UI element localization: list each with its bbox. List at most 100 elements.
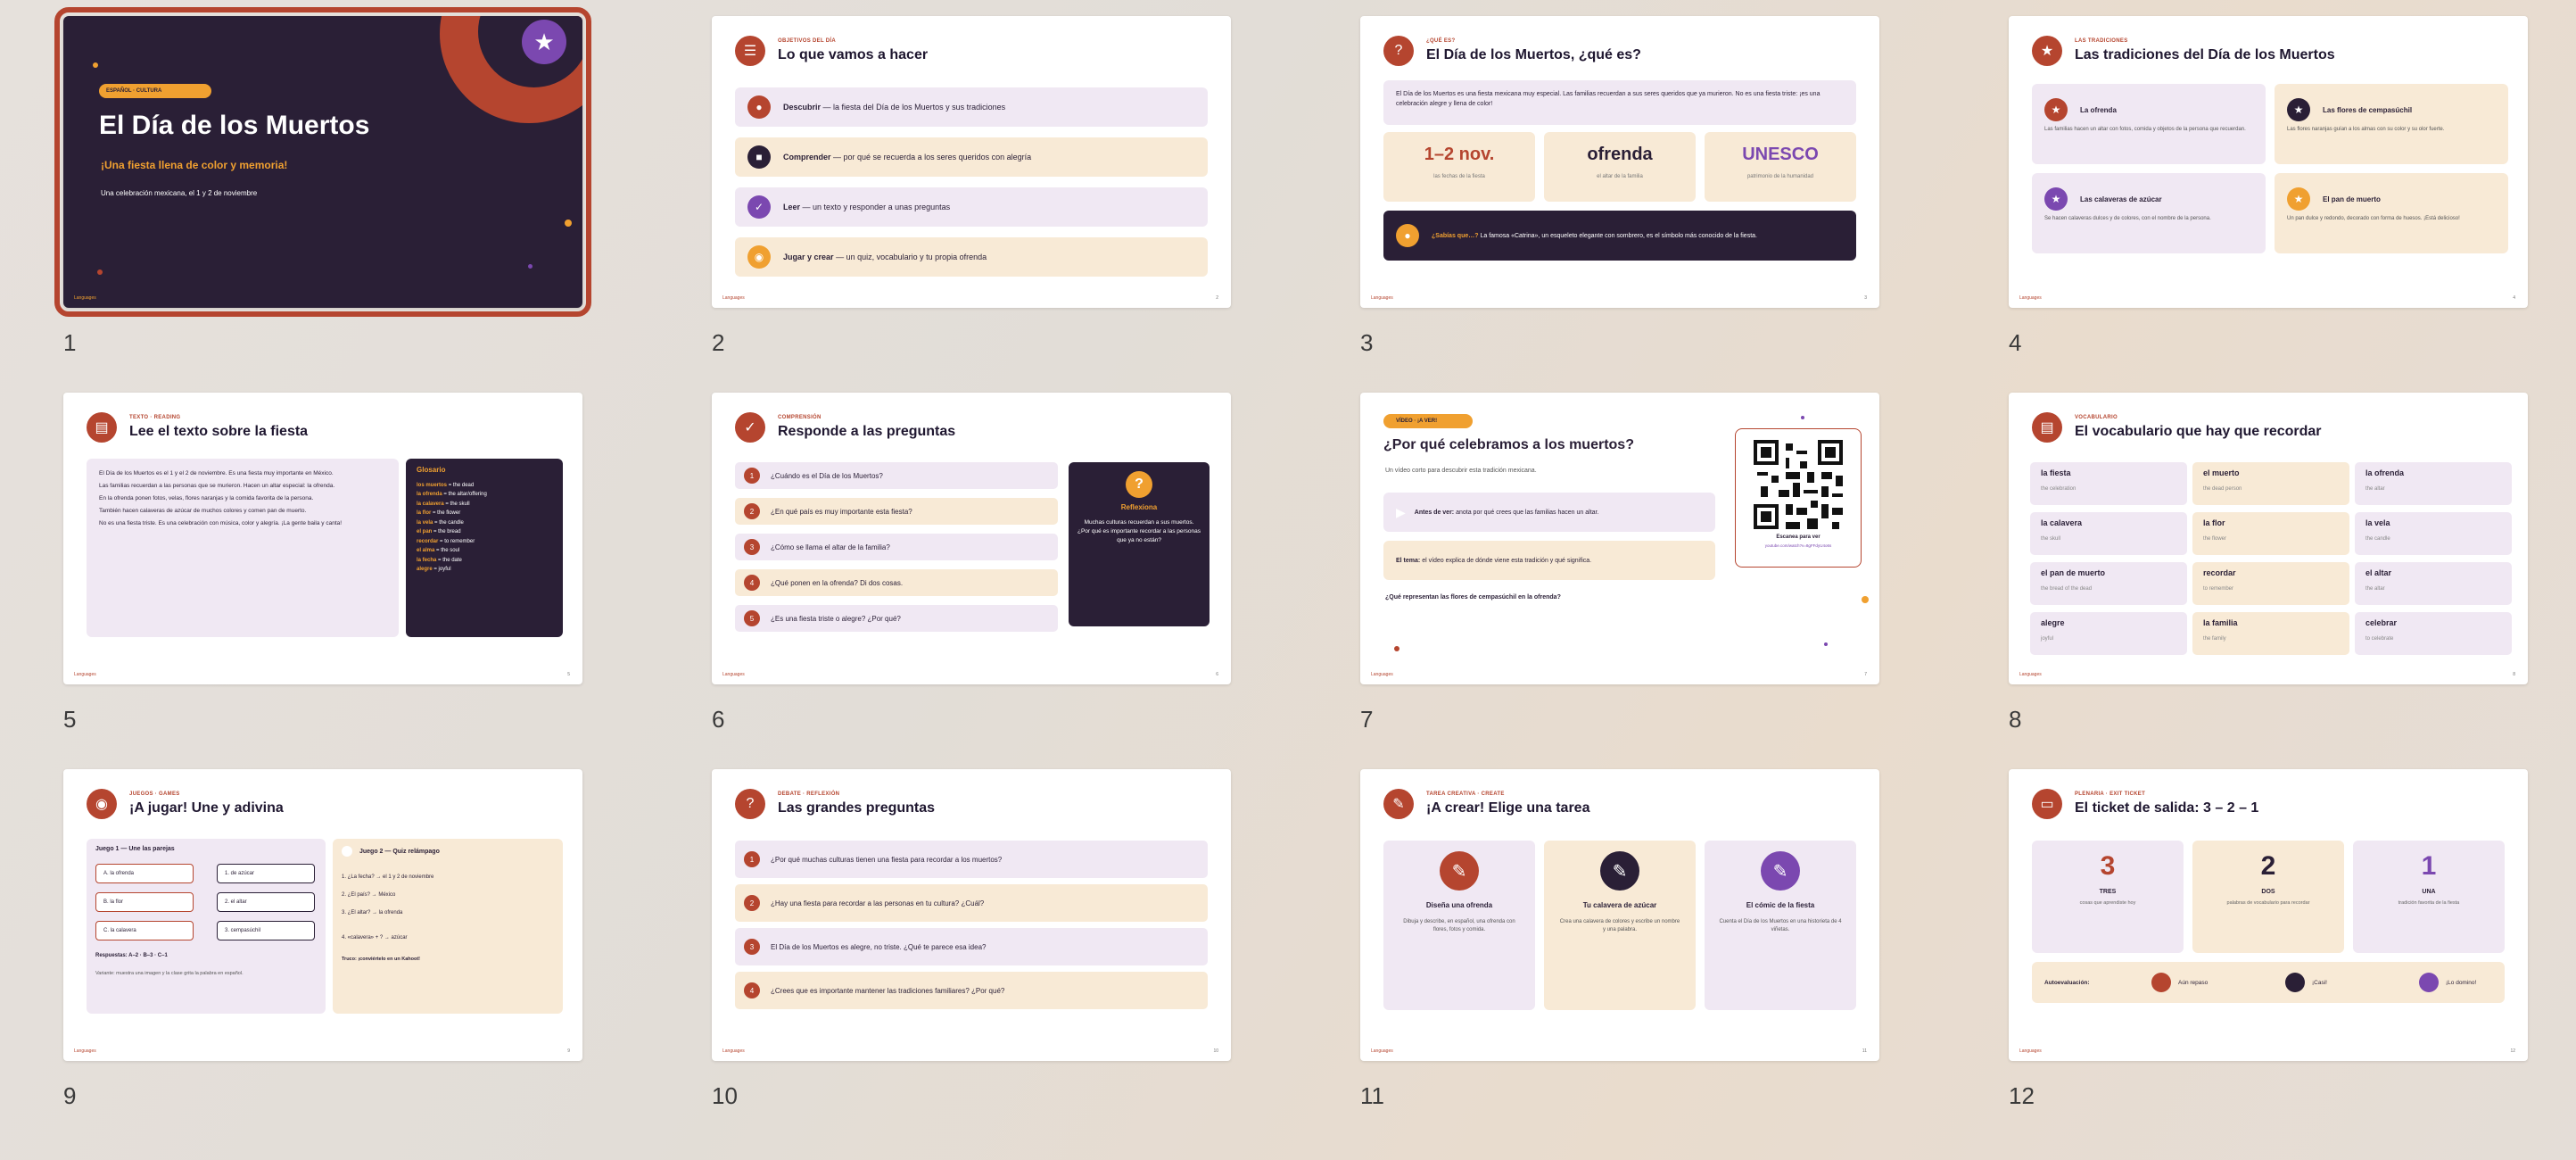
kicker: LAS TRADICIONES: [2075, 38, 2128, 44]
slide-number: 8: [2009, 706, 2022, 733]
slide-thumb-11[interactable]: ✎ TAREA CREATIVA · CREATE ¡A crear! Elige …: [1360, 769, 1879, 1110]
slide-title: El Día de los Muertos, ¿qué es?: [1426, 47, 1641, 62]
check-icon: ✓: [735, 412, 765, 443]
slide-title: Lo que vamos a hacer: [778, 47, 929, 62]
slide-thumb-5[interactable]: ▤ TEXTO · READING Lee el texto sobre la fi…: [63, 393, 582, 733]
play-icon: ▶: [1396, 504, 1406, 519]
page-number: 4: [2513, 295, 2515, 301]
vocab-card: la vela the candle: [2355, 512, 2512, 555]
reading-text: El Día de los Muertos es el 1 y el 2 de …: [87, 459, 399, 637]
match-right[interactable]: 1. de azúcar: [217, 864, 315, 883]
tradition-card: ★ Las calaveras de azúcar Se hacen calaver…: [2032, 173, 2266, 253]
objective-row: ✓ Leer — un texto y responder a unas preg…: [735, 187, 1208, 227]
slide-number: 4: [2009, 329, 2022, 356]
book-icon: ▤: [2032, 412, 2062, 443]
slide-thumb-10[interactable]: ? DEBATE · REFLEXIÓN Las grandes preguntas…: [712, 769, 1231, 1110]
match-left[interactable]: A. la ofrenda: [95, 864, 194, 883]
ticket-card: 1 UNA tradición favorita de la fiesta: [2353, 841, 2505, 953]
slide-thumb-2[interactable]: ☰ OBJETIVOS DEL DÍA Lo que vamos a hacer ●…: [712, 16, 1231, 357]
level-dot[interactable]: [2151, 973, 2171, 992]
slide-tag: ESPAÑOL · CULTURA: [99, 84, 211, 98]
kicker: OBJETIVOS DEL DÍA: [778, 38, 837, 44]
slide-thumb-12[interactable]: ▭ PLENARIA · EXIT TICKET El ticket de sali…: [2009, 769, 2528, 1110]
slide-title: ¿Por qué celebramos a los muertos?: [1383, 437, 1634, 452]
question-row: 3 ¿Cómo se llama el altar de la familia?: [735, 534, 1058, 560]
page-number: 8: [2513, 672, 2515, 677]
slide-thumb-4[interactable]: ★ LAS TRADICIONES Las tradiciones del Día …: [2009, 16, 2528, 357]
ticket-card: 3 TRES cosas que aprendiste hoy: [2032, 841, 2184, 953]
match-left[interactable]: B. la flor: [95, 892, 194, 912]
brush-icon: ✎: [1440, 851, 1479, 891]
ticket-card: 2 DOS palabras de vocabulario para recorda…: [2192, 841, 2344, 953]
intro-text: El Día de los Muertos es una fiesta mexi…: [1383, 80, 1856, 125]
brand-footer: Languages: [722, 1048, 745, 1054]
decor-dot: [1394, 646, 1399, 651]
before-box: ▶ Antes de ver: anota por qué crees que l…: [1383, 493, 1715, 532]
slide-title: Responde a las preguntas: [778, 424, 956, 439]
tradition-card: ★ El pan de muerto Un pan dulce y redondo,…: [2275, 173, 2508, 253]
slide-number: 11: [1360, 1082, 1384, 1109]
brand-footer: Languages: [74, 672, 96, 677]
brand-footer: Languages: [74, 295, 96, 301]
slide-title: ¡A crear! Elige una tarea: [1426, 800, 1590, 816]
vocab-card: la calavera the skull: [2030, 512, 2187, 555]
slide-title: El ticket de salida: 3 – 2 – 1: [2075, 800, 2259, 816]
stat-card: 1–2 nov. las fechas de la fiesta: [1383, 132, 1535, 202]
slide-thumb-7[interactable]: VÍDEO · ¡A VER! ¿Por qué celebramos a lo…: [1360, 393, 1879, 733]
slide-thumb-8[interactable]: ▤ VOCABULARIO El vocabulario que hay que r…: [2009, 393, 2528, 733]
decor-dot: [565, 220, 572, 227]
decor-dot: [1824, 642, 1828, 646]
level-dot[interactable]: [2419, 973, 2439, 992]
slide-thumb-9[interactable]: ◉ JUEGOS · GAMES ¡A jugar! Une y adivina J…: [63, 769, 582, 1110]
slide-subtitle: Un vídeo corto para descubrir esta tradi…: [1385, 468, 1537, 474]
slide-title: El Día de los Muertos: [99, 111, 370, 140]
objective-row: ◉ Jugar y crear — un quiz, vocabulario y …: [735, 237, 1208, 277]
question-row: 1 ¿Cuándo es el Día de los Muertos?: [735, 462, 1058, 489]
qr-code-icon: [1754, 440, 1843, 529]
page-number: 6: [1216, 672, 1218, 677]
match-left[interactable]: C. la calavera: [95, 921, 194, 940]
slide-title: El vocabulario que hay que recordar: [2075, 424, 2322, 439]
gamepad-icon: ◉: [747, 245, 771, 269]
task-card: ✎ Diseña una ofrenda Dibuja y describe, en…: [1383, 841, 1535, 1010]
vocab-card: el pan de muerto the bread of the dead: [2030, 562, 2187, 605]
kicker: PLENARIA · EXIT TICKET: [2075, 791, 2146, 797]
video-question: ¿Qué representan las flores de cempasúch…: [1385, 594, 1561, 601]
bulb-icon: ●: [747, 95, 771, 119]
slide-thumb-6[interactable]: ✓ COMPRENSIÓN Responde a las preguntas 1 ¿C…: [712, 393, 1231, 733]
slide-thumb-3[interactable]: ? ¿QUÉ ES? El Día de los Muertos, ¿qué es?…: [1360, 16, 1879, 357]
slide-number: 3: [1360, 329, 1374, 356]
slide-title: Las grandes preguntas: [778, 800, 936, 816]
slide-number: 10: [712, 1082, 738, 1109]
qr-label: Escanea para ver: [1776, 534, 1821, 540]
brand-footer: Languages: [1371, 672, 1393, 677]
answers: Respuestas: A–2 · B–3 · C–1: [95, 953, 168, 958]
qr-url[interactable]: youtube.com/watch?v=8gFFdyU4o6s: [1736, 543, 1861, 548]
brush-icon: ✎: [1383, 789, 1414, 819]
page-number: 12: [2510, 1048, 2515, 1054]
question-row: 3 El Día de los Muertos es alegre, no tri…: [735, 928, 1208, 965]
match-right[interactable]: 2. el altar: [217, 892, 315, 912]
objective-row: ● Descubrir — la fiesta del Día de los Mu…: [735, 87, 1208, 127]
brand-footer: Languages: [1371, 295, 1393, 301]
brush-icon: ✎: [1600, 851, 1639, 891]
kicker: TEXTO · READING: [129, 415, 181, 420]
page-number: 7: [1864, 672, 1867, 677]
slide-thumb-1[interactable]: ★ ESPAÑOL · CULTURA El Día de los Muerto…: [54, 7, 591, 357]
stat-card: UNESCO patrimonio de la humanidad: [1705, 132, 1856, 202]
game2-box: Juego 2 — Quiz relámpago 1. ¿La fecha? →…: [333, 839, 563, 1014]
page-number: 5: [567, 672, 570, 677]
question-row: 2 ¿En qué país es muy importante esta fie…: [735, 498, 1058, 525]
slide-subtitle: ¡Una fiesta llena de color y memoria!: [101, 159, 288, 171]
kicker: COMPRENSIÓN: [778, 415, 822, 420]
match-right[interactable]: 3. cempasúchil: [217, 921, 315, 940]
level-dot[interactable]: [2285, 973, 2305, 992]
question-row: 4 ¿Crees que es importante mantener las t…: [735, 972, 1208, 1009]
slide-number: 2: [712, 329, 725, 356]
star-icon: ★: [2044, 187, 2068, 211]
stat-card: ofrenda el altar de la familia: [1544, 132, 1696, 202]
page-number: 3: [1864, 295, 1867, 301]
bulb-icon: ●: [1396, 224, 1419, 247]
brand-footer: Languages: [1371, 1048, 1393, 1054]
game1-box: Juego 1 — Une las parejas A. la ofrenda …: [87, 839, 326, 1014]
